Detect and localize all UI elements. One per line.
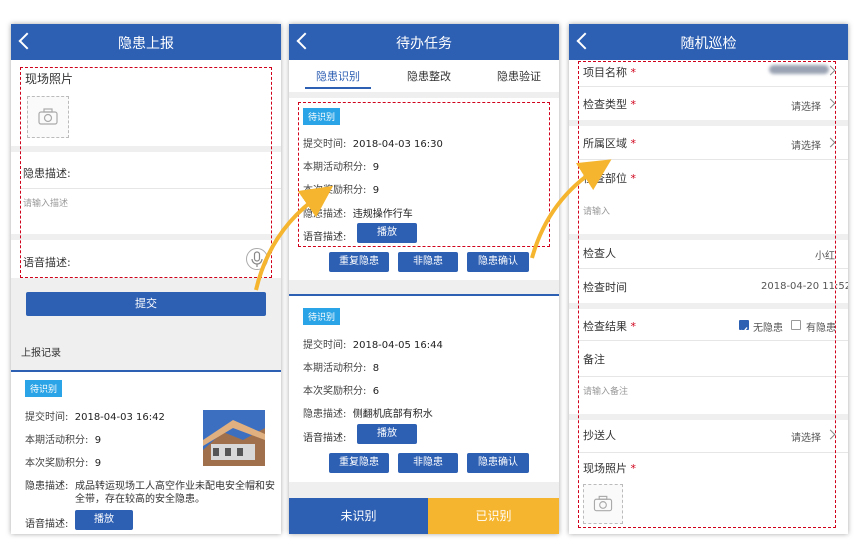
- record-photo[interactable]: [203, 410, 265, 466]
- play-button[interactable]: 播放: [357, 424, 417, 444]
- tasks-screen: 待办任务 隐患识别 隐患整改 隐患验证 待识别 提交时间: 2018-04-03…: [289, 24, 559, 534]
- record-activity: 本期活动积分: 9: [25, 435, 102, 446]
- unidentified-tab[interactable]: 未识别: [289, 498, 428, 534]
- confirm-hazard-button[interactable]: 隐患确认: [467, 453, 529, 473]
- tasks-titlebar: 待办任务: [289, 24, 559, 60]
- tab-rectify[interactable]: 隐患整改: [407, 68, 451, 84]
- card2-reward: 本次奖励积分: 6: [303, 386, 380, 397]
- record-voice-label: 语音描述:: [25, 519, 69, 530]
- inspect-titlebar: 随机巡检: [569, 24, 848, 60]
- report-screen: 隐患上报 现场照片 隐患描述: 请输入描述 语音描述: 提交 上报记录 待识别 …: [11, 24, 281, 534]
- confirm-hazard-button[interactable]: 隐患确认: [467, 252, 529, 272]
- card2-submit-time: 提交时间: 2018-04-05 16:44: [303, 340, 443, 351]
- status-badge: 待识别: [303, 308, 341, 325]
- play-button[interactable]: 播放: [75, 510, 133, 530]
- records-label: 上报记录: [21, 348, 61, 359]
- submit-button[interactable]: 提交: [26, 292, 266, 316]
- identified-tab[interactable]: 已识别: [428, 498, 559, 534]
- record-reward: 本次奖励积分: 9: [25, 458, 102, 469]
- report-titlebar: 隐患上报: [11, 24, 281, 60]
- page-title: 待办任务: [396, 36, 452, 52]
- page-title: 隐患上报: [118, 36, 174, 52]
- duplicate-hazard-button[interactable]: 重复隐患: [329, 453, 389, 473]
- not-hazard-button[interactable]: 非隐患: [398, 252, 458, 272]
- page-title: 随机巡检: [680, 36, 737, 52]
- active-tab-indicator: [305, 87, 371, 89]
- highlight-box: [20, 67, 272, 278]
- highlight-box: [298, 102, 550, 247]
- tab-identify[interactable]: 隐患识别: [316, 68, 360, 84]
- card2-activity: 本期活动积分: 8: [303, 363, 380, 374]
- tab-verify[interactable]: 隐患验证: [497, 68, 541, 84]
- record-desc-label: 隐患描述:: [25, 481, 69, 492]
- record-submit-time: 提交时间: 2018-04-03 16:42: [25, 412, 165, 423]
- record-desc-line2: 全带，存在较高的安全隐患。: [75, 494, 205, 505]
- not-hazard-button[interactable]: 非隐患: [398, 453, 458, 473]
- inspection-screen: 随机巡检 项目名称 * 检查类型 * 请选择 所属区域 * 请选择 检查部位 *…: [569, 24, 848, 534]
- card2-desc: 隐患描述: 侧翻机底部有积水: [303, 409, 433, 420]
- duplicate-hazard-button[interactable]: 重复隐患: [329, 252, 389, 272]
- status-badge: 待识别: [25, 380, 63, 397]
- card2-voice-label: 语音描述:: [303, 433, 347, 444]
- highlight-box: [578, 61, 836, 528]
